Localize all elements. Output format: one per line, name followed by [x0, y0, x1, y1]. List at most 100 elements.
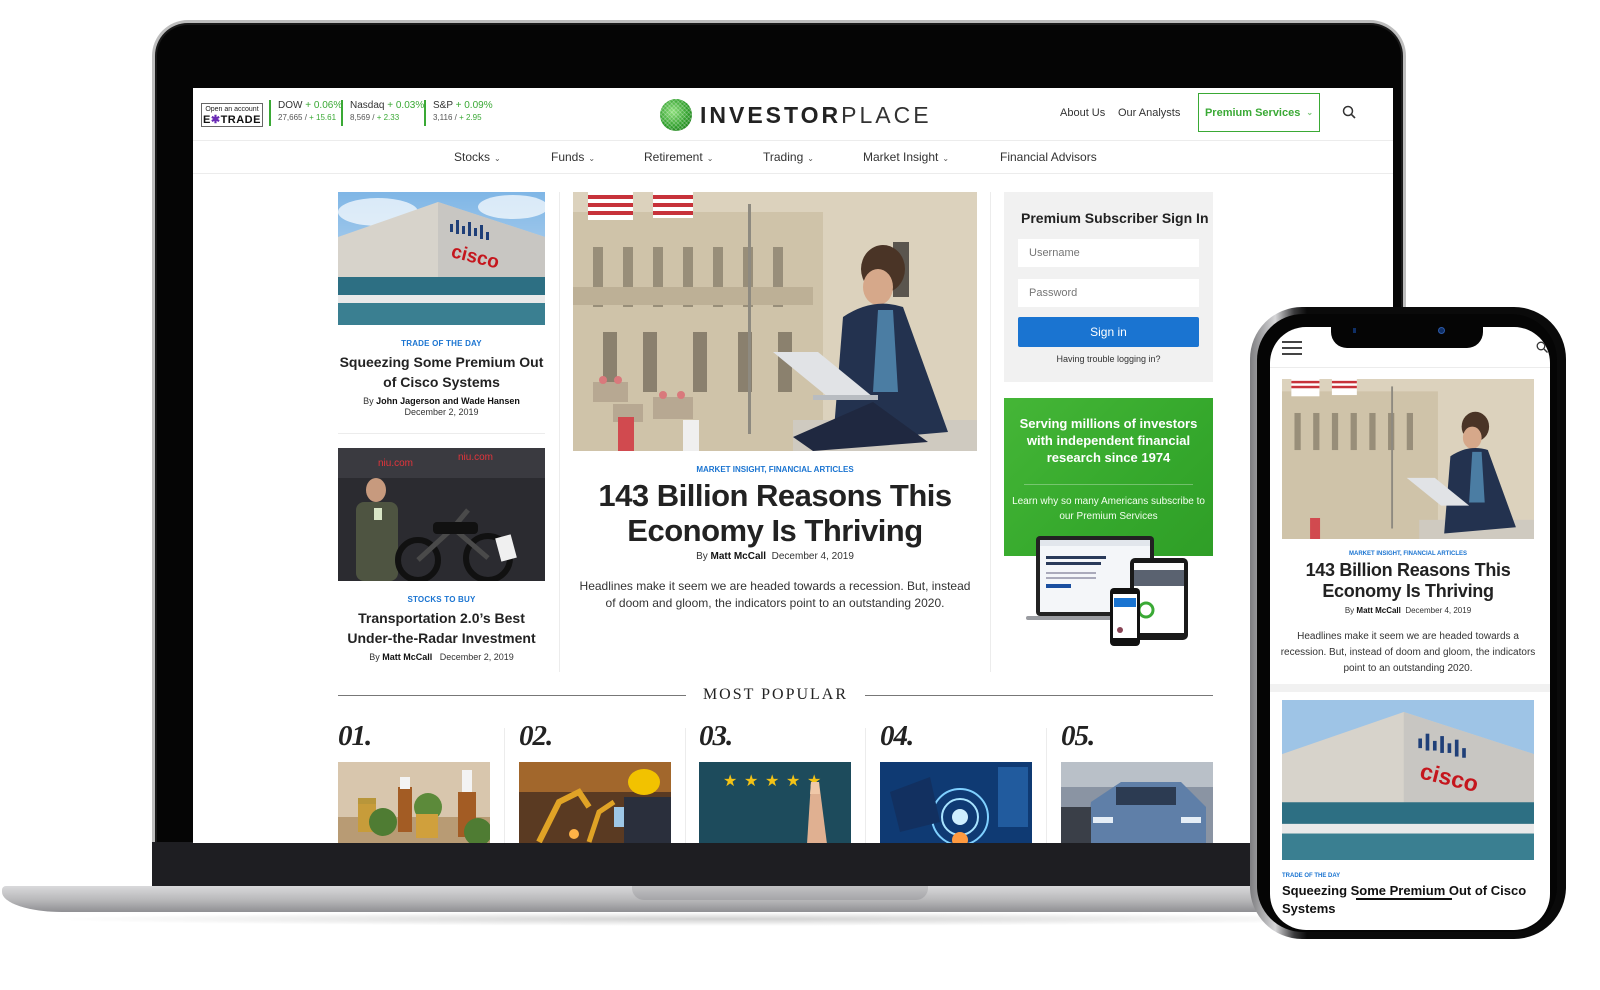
- nav-trading[interactable]: Trading ⌄: [763, 150, 814, 164]
- our-analysts-link[interactable]: Our Analysts: [1118, 107, 1180, 119]
- article-card[interactable]: STOCKS TO BUY Transportation 2.0’s Best …: [338, 595, 545, 663]
- article-author[interactable]: John Jagerson and Wade Hansen: [376, 396, 520, 406]
- password-input[interactable]: [1018, 279, 1199, 307]
- ticker-change-pts: + 2.33: [376, 113, 400, 122]
- phone-camera-icon: [1438, 327, 1445, 334]
- subscriber-signin-panel: Premium Subscriber Sign In Sign in Havin…: [1004, 192, 1213, 382]
- hero-category[interactable]: MARKET INSIGHT, FINANCIAL ARTICLES: [573, 465, 977, 474]
- nav-stocks[interactable]: Stocks ⌄: [454, 150, 501, 164]
- article-date: December 2, 2019: [404, 407, 479, 417]
- column-divider: [685, 728, 686, 843]
- popular-item[interactable]: 03. ★ ★ ★ ★ ★: [699, 720, 851, 843]
- hero-excerpt: Headlines make it seem we are headed tow…: [579, 579, 971, 610]
- nav-market-insight[interactable]: Market Insight ⌄: [863, 150, 949, 164]
- phone-hero-byline: By Matt McCall December 4, 2019: [1344, 606, 1472, 615]
- hero-title[interactable]: 143 Billion Reasons This Economy Is Thri…: [573, 478, 977, 548]
- hero-author[interactable]: Matt McCall: [711, 551, 767, 562]
- cisco-building-image[interactable]: cisco: [338, 192, 545, 325]
- laptop-bezel: [152, 842, 1406, 890]
- chevron-down-icon: ⌄: [706, 154, 714, 163]
- ticker-change-pts: + 15.61: [309, 113, 337, 122]
- popular-item[interactable]: 05.: [1061, 720, 1213, 843]
- phone-hero-image[interactable]: [1282, 379, 1534, 539]
- column-divider: [865, 728, 866, 843]
- nav-retirement[interactable]: Retirement ⌄: [644, 150, 713, 164]
- search-icon[interactable]: [1342, 105, 1356, 119]
- column-divider: [504, 728, 505, 843]
- chevron-down-icon: ⌄: [942, 154, 950, 163]
- popular-thumbnail[interactable]: ★ ★ ★ ★ ★: [699, 762, 851, 843]
- phone-article-category[interactable]: TRADE OF THE DAY: [1282, 873, 1340, 879]
- devices-illustration: [1026, 536, 1188, 646]
- ticker-nasdaq[interactable]: Nasdaq + 0.03% 8,569 / + 2.33: [341, 100, 424, 126]
- phone-hero-date: December 4, 2019: [1405, 606, 1472, 615]
- phone-hero-title[interactable]: 143 Billion Reasons This Economy Is Thri…: [1270, 560, 1546, 602]
- popular-rank: 01.: [338, 720, 372, 752]
- hero-date: December 4, 2019: [771, 551, 854, 562]
- popular-thumbnail[interactable]: [519, 762, 671, 843]
- premium-services-label: Premium Services: [1204, 106, 1301, 119]
- nav-label: Retirement: [644, 150, 703, 164]
- main-nav: Stocks ⌄ Funds ⌄ Retirement ⌄ Trading ⌄ Mark…: [193, 141, 1393, 174]
- ticker-value: 3,116: [433, 113, 453, 122]
- text-highlight-underline: [1356, 898, 1452, 900]
- etrade-ad[interactable]: Open an account E✱TRADE: [201, 103, 263, 127]
- article-byline: By John Jagerson and Wade Hansen December…: [363, 396, 520, 417]
- phone-screen: MARKET INSIGHT, FINANCIAL ARTICLES 143 B…: [1270, 327, 1550, 930]
- popular-item[interactable]: 02.: [519, 720, 671, 843]
- hamburger-menu-icon[interactable]: [1282, 341, 1302, 359]
- article-byline: By Matt McCall December 2, 2019: [369, 652, 514, 662]
- phone-hero-category[interactable]: MARKET INSIGHT, FINANCIAL ARTICLES: [1270, 551, 1546, 557]
- svg-text:★: ★: [765, 771, 779, 790]
- article-card[interactable]: TRADE OF THE DAY Squeezing Some Premium …: [338, 339, 545, 418]
- popular-rank: 05.: [1061, 720, 1095, 752]
- popular-rank: 03.: [699, 720, 733, 752]
- laptop-screen: Open an account E✱TRADE DOW + 0.06% 27,6…: [193, 88, 1393, 843]
- username-input[interactable]: [1018, 239, 1199, 267]
- popular-thumbnail[interactable]: [338, 762, 490, 843]
- ticker-change-pct: + 0.09%: [455, 100, 493, 111]
- laptop-opening-notch: [632, 886, 928, 900]
- ticker-sp500[interactable]: S&P + 0.09% 3,116 / + 2.95: [424, 100, 493, 126]
- popular-item[interactable]: 04.: [880, 720, 1032, 843]
- investorplace-logo[interactable]: INVESTORPLACE: [660, 99, 932, 131]
- logo-text-bold: INVESTOR: [700, 101, 842, 128]
- phone-article-title[interactable]: Squeezing Some Premium Out of Cisco Syst…: [1282, 882, 1538, 918]
- popular-rank: 04.: [880, 720, 914, 752]
- signin-title: Premium Subscriber Sign In: [1021, 210, 1209, 226]
- niu-scooter-image[interactable]: niu.com niu.com: [338, 448, 545, 581]
- phone-hero-author[interactable]: Matt McCall: [1356, 606, 1400, 615]
- nav-label: Market Insight: [863, 150, 939, 164]
- chevron-down-icon: ⌄: [588, 154, 596, 163]
- trouble-logging-in-link[interactable]: Having trouble logging in?: [1018, 354, 1199, 364]
- etrade-logo: E✱TRADE: [203, 114, 261, 126]
- column-divider: [1046, 728, 1047, 843]
- popular-thumbnail[interactable]: [880, 762, 1032, 843]
- nav-funds[interactable]: Funds ⌄: [551, 150, 595, 164]
- divider: [338, 433, 545, 434]
- article-title[interactable]: Transportation 2.0’s Best Under-the-Rada…: [338, 608, 545, 648]
- popular-thumbnail[interactable]: [1061, 762, 1213, 843]
- search-icon[interactable]: [1536, 341, 1548, 353]
- phone-hero-excerpt: Headlines make it seem we are headed tow…: [1280, 631, 1536, 674]
- article-author[interactable]: Matt McCall: [382, 652, 432, 662]
- article-category[interactable]: TRADE OF THE DAY: [338, 339, 545, 348]
- hero-image[interactable]: [573, 192, 977, 451]
- most-popular-rule-left: [338, 695, 686, 696]
- article-title[interactable]: Squeezing Some Premium Out of Cisco Syst…: [338, 352, 545, 392]
- ticker-name: S&P: [433, 100, 453, 111]
- most-popular-heading: MOST POPULAR: [702, 686, 849, 703]
- ticker-name: DOW: [278, 100, 303, 111]
- premium-services-button[interactable]: Premium Services ⌄: [1198, 93, 1320, 132]
- popular-rank: 02.: [519, 720, 553, 752]
- about-us-link[interactable]: About Us: [1060, 107, 1105, 119]
- sign-in-button[interactable]: Sign in: [1018, 317, 1199, 347]
- article-category[interactable]: STOCKS TO BUY: [338, 595, 545, 604]
- nav-financial-advisors[interactable]: Financial Advisors: [1000, 150, 1097, 164]
- phone-cisco-image[interactable]: cisco: [1282, 700, 1534, 860]
- nav-label: Trading: [763, 150, 804, 164]
- laptop-shadow: [40, 912, 1400, 926]
- ticker-change-pts: + 2.95: [459, 113, 482, 122]
- ticker-dow[interactable]: DOW + 0.06% 27,665 / + 15.61: [269, 100, 342, 126]
- popular-item[interactable]: 01.: [338, 720, 490, 843]
